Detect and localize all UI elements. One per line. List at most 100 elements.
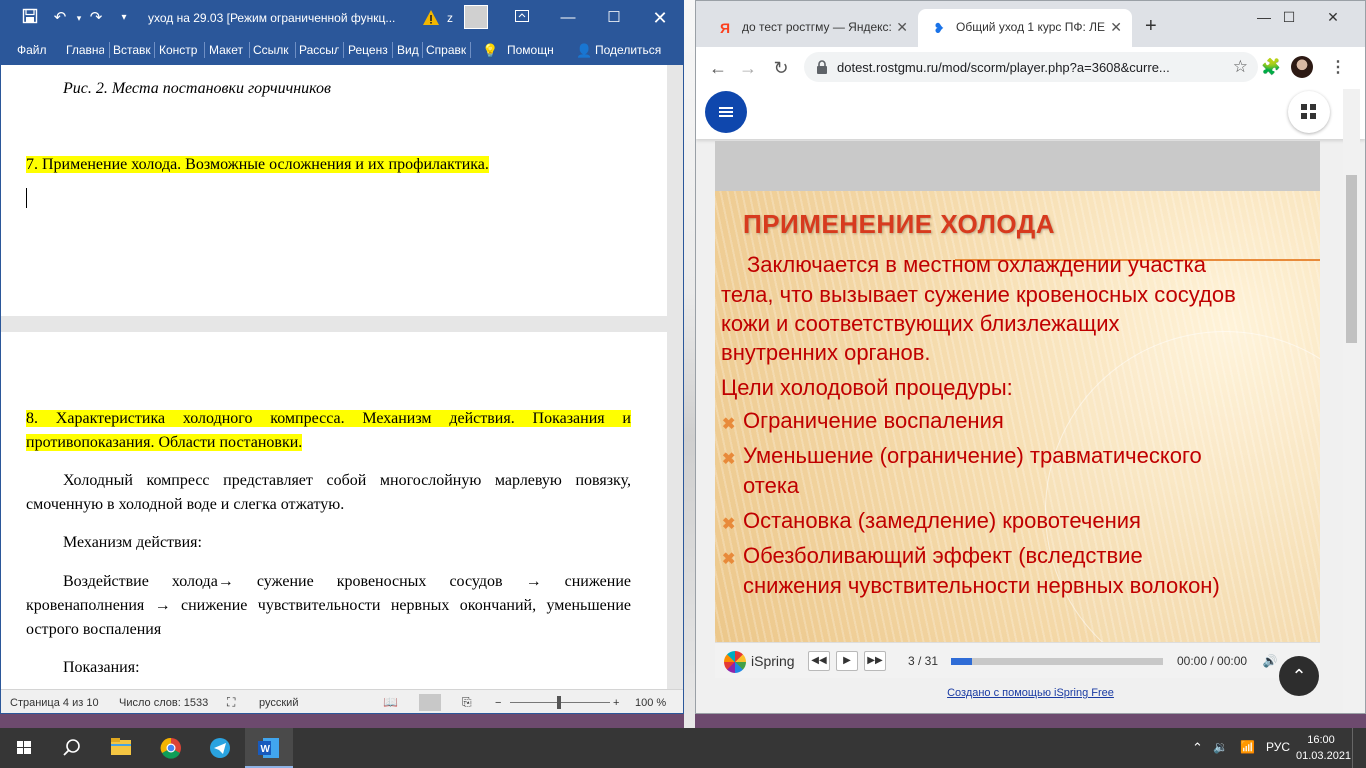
web-layout-icon[interactable]: ⎘	[462, 695, 472, 710]
play-button[interactable]: ▶	[836, 651, 858, 671]
clock[interactable]: 16:00 01.03.2021	[1296, 732, 1352, 764]
slide-title: ПРИМЕНЕНИЕ ХОЛОДА	[743, 209, 1056, 239]
back-to-top-button[interactable]: ⌃	[1279, 656, 1319, 696]
browser-tab-yandex[interactable]: Я до тест ростгму — Яндекс: н ✕	[704, 9, 918, 47]
tab-help[interactable]: Справк	[426, 43, 466, 57]
user-initial: z	[447, 11, 453, 25]
tab-design[interactable]: Констр	[159, 43, 199, 57]
print-layout-icon[interactable]	[419, 694, 441, 711]
reload-icon[interactable]: ↻	[769, 57, 793, 79]
browser-tab-active[interactable]: ❥ Общий уход 1 курс ПФ: ЛЕК ✕	[918, 9, 1132, 47]
zoom-slider-handle[interactable]	[557, 696, 561, 709]
network-icon[interactable]: 📶	[1240, 740, 1255, 754]
paragraph: Механизм действия:	[63, 534, 202, 551]
clock-time: 16:00	[1307, 734, 1335, 746]
zoom-in-button[interactable]: +	[613, 697, 619, 709]
minimize-icon[interactable]: —	[545, 1, 591, 35]
proofing-icon[interactable]: ⛶	[227, 695, 235, 710]
volume-icon[interactable]: 🔉	[1213, 740, 1228, 754]
tab-mailings[interactable]: Рассыл	[299, 43, 339, 57]
zoom-level[interactable]: 100 %	[635, 697, 666, 709]
tab-insert[interactable]: Вставк	[113, 43, 151, 57]
ispring-logo-icon	[724, 651, 746, 673]
file-explorer-icon[interactable]	[97, 728, 145, 768]
progress-fill	[951, 658, 973, 665]
tab-references[interactable]: Ссылк	[253, 43, 291, 57]
ribbon-divider	[109, 42, 110, 58]
redo-icon[interactable]: ↷	[86, 8, 106, 28]
tab-review[interactable]: Реценз	[348, 43, 388, 57]
presentation-slide[interactable]: ПРИМЕНЕНИЕ ХОЛОДА Заключается в местном …	[715, 191, 1320, 642]
tab-file[interactable]: Файл	[17, 43, 51, 57]
bullet-icon: ✖	[722, 451, 736, 468]
desktop-background	[684, 0, 695, 728]
menu-kebab-icon[interactable]: ⋮	[1330, 57, 1346, 77]
heading-7-text: 7. Применение холода. Возможные осложнен…	[26, 156, 489, 173]
maximize-icon[interactable]: ☐	[1266, 5, 1312, 29]
zoom-out-button[interactable]: −	[495, 697, 501, 709]
tab-close-icon[interactable]: ✕	[1110, 19, 1122, 36]
document-area[interactable]: ꟸ ɡɡ ɑ Рис. 2. Места постановки горчични…	[1, 65, 683, 689]
warning-icon[interactable]	[422, 9, 440, 26]
search-icon[interactable]	[48, 728, 96, 768]
input-language[interactable]: РУС	[1266, 740, 1290, 754]
ribbon-divider	[392, 42, 393, 58]
quick-access-customize-icon[interactable]: ▾	[114, 8, 134, 28]
save-icon[interactable]	[20, 8, 40, 28]
user-avatar[interactable]	[464, 5, 488, 29]
goals-label: Цели холодовой процедуры:	[721, 375, 1013, 400]
previous-slide-button[interactable]: ◀◀	[808, 651, 830, 671]
paragraph: Холодный компресс представляет собой мно…	[26, 472, 631, 513]
grid-menu-icon[interactable]	[1288, 91, 1330, 133]
document-page[interactable]: 8. Характеристика холодного компресса. М…	[1, 332, 667, 689]
maximize-icon[interactable]: ☐	[591, 1, 637, 35]
start-button[interactable]	[0, 728, 48, 768]
progress-bar[interactable]	[951, 658, 1163, 665]
tab-view[interactable]: Вид	[397, 43, 419, 57]
heading-7: 7. Применение холода. Возможные осложнен…	[26, 153, 631, 177]
status-bar: Страница 4 из 10 Число слов: 1533 ⛶ русс…	[1, 689, 683, 713]
forward-icon[interactable]: →	[736, 57, 760, 79]
browser-window: Я до тест ростгму — Яндекс: н ✕ ❥ Общий …	[695, 0, 1366, 714]
new-tab-icon[interactable]: +	[1145, 15, 1157, 38]
back-icon[interactable]: ←	[706, 57, 730, 79]
lock-icon[interactable]	[816, 60, 828, 74]
telegram-icon[interactable]	[196, 728, 244, 768]
slide-intro-line: внутренних органов.	[721, 340, 931, 365]
scorm-player: ПРИМЕНЕНИЕ ХОЛОДА Заключается в местном …	[715, 141, 1320, 678]
chrome-icon[interactable]	[147, 728, 195, 768]
close-icon[interactable]: ✕	[637, 1, 683, 35]
lightbulb-icon[interactable]: 💡	[482, 43, 498, 59]
url-text[interactable]: dotest.rostgmu.ru/mod/scorm/player.php?a…	[837, 60, 1170, 75]
heading-8: 8. Характеристика холодного компресса. М…	[26, 407, 631, 455]
scrollbar-thumb[interactable]	[1346, 175, 1357, 343]
close-icon[interactable]: ✕	[1310, 5, 1356, 29]
undo-icon[interactable]: ↶	[50, 8, 70, 28]
bookmark-star-icon[interactable]: ☆	[1233, 57, 1248, 77]
read-mode-icon[interactable]: 📖	[383, 695, 398, 709]
profile-avatar[interactable]	[1291, 56, 1313, 78]
tab-close-icon[interactable]: ✕	[896, 19, 908, 36]
page-count[interactable]: Страница 4 из 10	[10, 697, 99, 709]
address-bar[interactable]: dotest.rostgmu.ru/mod/scorm/player.php?a…	[804, 52, 1258, 82]
show-desktop-button[interactable]	[1352, 728, 1366, 768]
extensions-icon[interactable]: 🧩	[1261, 57, 1281, 77]
ribbon-display-icon[interactable]	[499, 1, 545, 35]
volume-icon[interactable]: 🔊	[1260, 651, 1280, 671]
document-page[interactable]: ꟸ ɡɡ ɑ Рис. 2. Места постановки горчични…	[1, 65, 667, 316]
ispring-credit-link[interactable]: Создано с помощью iSpring Free	[696, 687, 1365, 699]
tell-me-search[interactable]: Помощн	[507, 43, 554, 57]
clock-date: 01.03.2021	[1296, 750, 1352, 762]
next-slide-button[interactable]: ▶▶	[864, 651, 886, 671]
word-count[interactable]: Число слов: 1533	[119, 697, 208, 709]
ribbon-divider	[249, 42, 250, 58]
tab-home[interactable]: Главна	[66, 43, 104, 57]
text-cursor	[26, 188, 27, 208]
show-hidden-icons-icon[interactable]: ⌃	[1192, 740, 1203, 756]
share-button[interactable]: Поделиться	[595, 43, 661, 57]
word-taskbar-icon[interactable]: W	[245, 728, 293, 768]
menu-hamburger-icon[interactable]	[705, 91, 747, 133]
tab-layout[interactable]: Макет	[209, 43, 245, 57]
language-indicator[interactable]: русский	[259, 697, 298, 709]
page-scrollbar[interactable]	[1343, 89, 1360, 713]
